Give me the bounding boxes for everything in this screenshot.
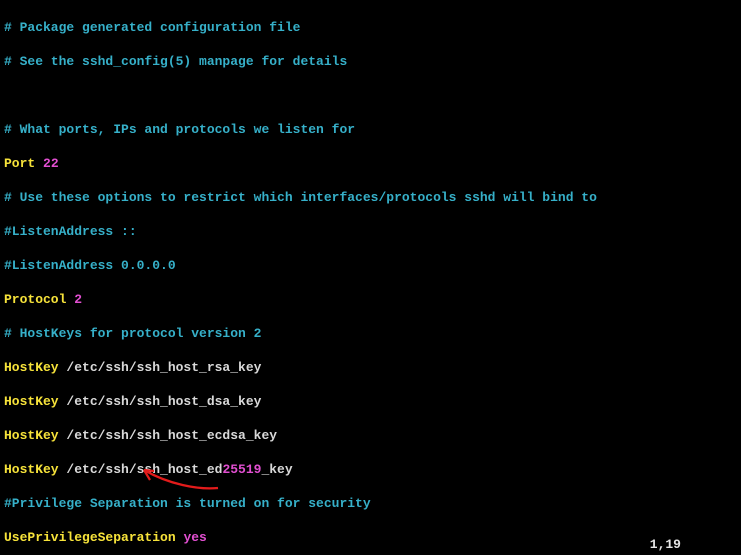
comment-line: # What ports, IPs and protocols we liste… [4,121,737,138]
blank-line [4,87,737,104]
config-line-protocol: Protocol 2 [4,291,737,308]
comment-line: # HostKeys for protocol version 2 [4,325,737,342]
comment-line: #Privilege Separation is turned on for s… [4,495,737,512]
config-line-hostkey: HostKey /etc/ssh/ssh_host_dsa_key [4,393,737,410]
config-line-hostkey: HostKey /etc/ssh/ssh_host_ecdsa_key [4,427,737,444]
comment-line: # See the sshd_config(5) manpage for det… [4,53,737,70]
config-line-privsep: UsePrivilegeSeparation yes [4,529,737,546]
comment-line: # Use these options to restrict which in… [4,189,737,206]
editor-content[interactable]: # Package generated configuration file #… [0,0,741,555]
config-line-hostkey: HostKey /etc/ssh/ssh_host_rsa_key [4,359,737,376]
comment-line: # Package generated configuration file [4,19,737,36]
config-line-hostkey: HostKey /etc/ssh/ssh_host_ed25519_key [4,461,737,478]
cursor-position-indicator: 1,19 [650,536,681,553]
config-line-port: Port 22 [4,155,737,172]
comment-line: #ListenAddress :: [4,223,737,240]
comment-line: #ListenAddress 0.0.0.0 [4,257,737,274]
